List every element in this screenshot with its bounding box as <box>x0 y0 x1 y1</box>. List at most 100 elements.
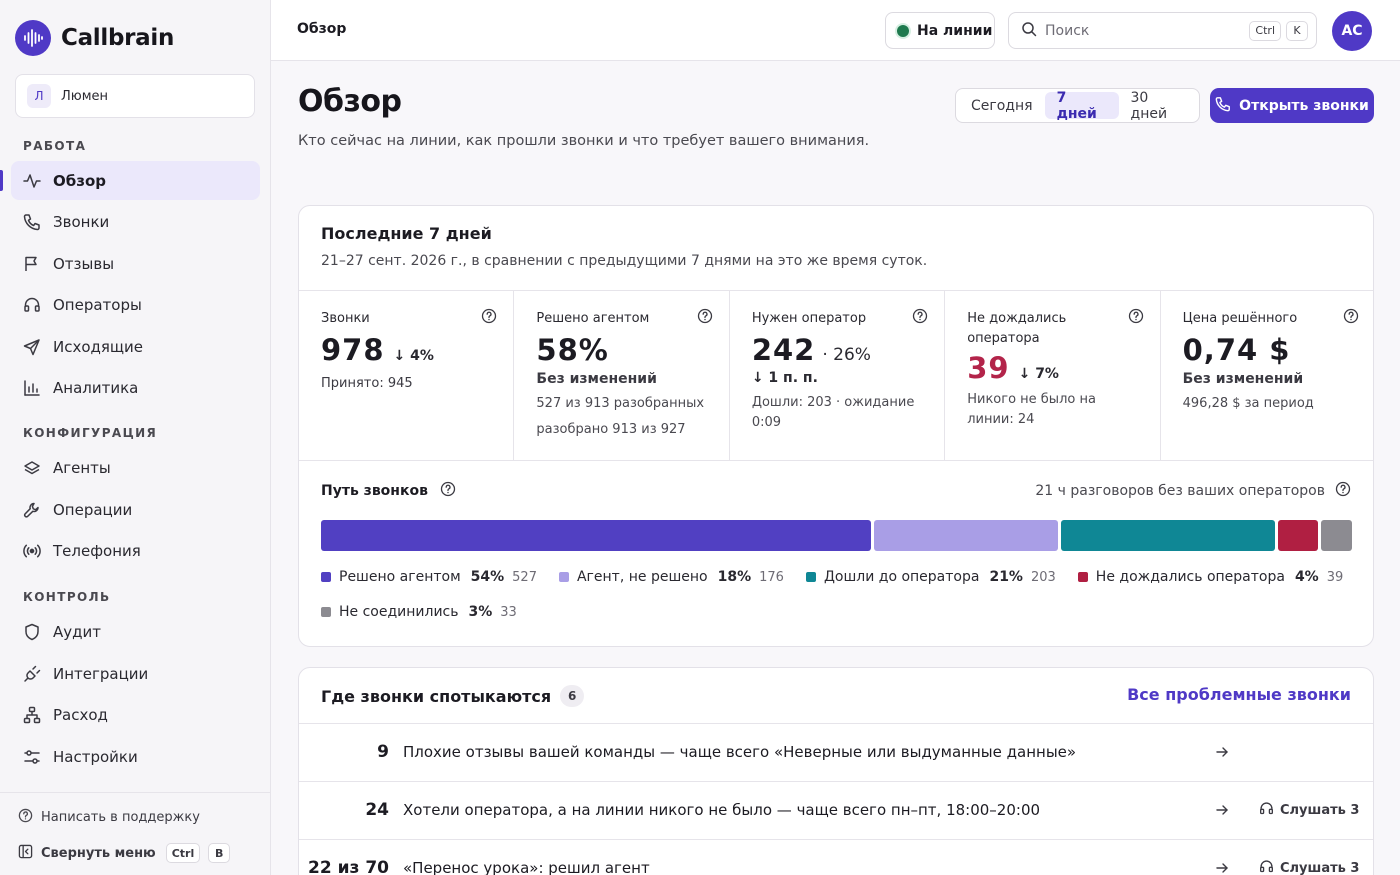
sidebar-item-label: Агенты <box>53 458 111 477</box>
metric-cost-per-resolved: Цена решённого 0,74 $ Без изменений 496,… <box>1161 291 1373 460</box>
legend-item: Не соединились 3% 33 <box>321 601 517 623</box>
sidebar-item-operations[interactable]: Операции <box>11 490 260 529</box>
period-30-days[interactable]: 30 дней <box>1119 90 1196 122</box>
issue-row[interactable]: 9 Плохие отзывы вашей команды — чаще все… <box>299 723 1373 781</box>
org-switcher[interactable]: Л Люмен <box>15 74 255 118</box>
search-icon <box>1021 21 1037 41</box>
sidebar-item-label: Операторы <box>53 295 142 314</box>
sidebar-item-settings[interactable]: Настройки <box>11 737 260 776</box>
legend-item: Не дождались оператора 4% 39 <box>1077 566 1343 588</box>
sidebar-item-overview[interactable]: Обзор <box>11 161 260 200</box>
legend-label: Не соединились <box>339 604 459 620</box>
issue-row[interactable]: 22 из 70 «Перенос урока»: решил агент Сл… <box>299 839 1373 875</box>
metric-sub: Дошли: 203 · ожидание 0:09 <box>751 395 915 430</box>
legend-label: Агент, не решено <box>576 569 708 585</box>
legend-swatch <box>321 572 331 582</box>
metric-value: 978 <box>321 333 385 367</box>
collapse-menu-button[interactable]: Свернуть меню Ctrl B <box>18 843 231 863</box>
call-path-segment[interactable] <box>874 520 1058 551</box>
sidebar-item-usage[interactable]: Расход <box>11 695 260 734</box>
metric-sub: Принято: 945 <box>321 376 413 391</box>
legend-label: Не дождались оператора <box>1095 569 1285 585</box>
call-path-segment[interactable] <box>1060 520 1275 551</box>
metric-change: Без изменений <box>536 371 657 387</box>
legend-swatch <box>558 572 569 582</box>
legend-percent: 18% <box>717 569 752 585</box>
open-calls-button[interactable]: Открыть звонки <box>1210 88 1374 123</box>
support-link[interactable]: Написать в поддержку <box>18 808 200 827</box>
legend-swatch <box>321 607 331 617</box>
legend-item: Решено агентом 54% 527 <box>321 566 537 588</box>
sliders-icon <box>23 748 41 766</box>
call-path-segment[interactable] <box>1277 520 1319 551</box>
sidebar-item-label: Аналитика <box>53 378 139 397</box>
metric-label: Не дождались оператора <box>967 311 1067 346</box>
issue-text: Плохие отзывы вашей команды — чаще всего… <box>403 743 1077 761</box>
legend-count: 33 <box>500 604 517 620</box>
metric-label: Нужен оператор <box>751 311 867 326</box>
kbd-ctrl: Ctrl <box>165 843 201 863</box>
status-dot <box>897 24 909 37</box>
bar-chart-icon <box>23 379 41 397</box>
search-input[interactable]: Поиск Ctrl K <box>1008 12 1317 49</box>
sidebar-item-label: Телефония <box>53 541 141 560</box>
sidebar-item-integrations[interactable]: Интеграции <box>11 654 260 693</box>
summary-card: Последние 7 дней 21–27 сент. 2026 г., в … <box>298 205 1374 647</box>
issue-text: «Перенос урока»: решил агент <box>403 859 650 875</box>
call-path-segment[interactable] <box>321 520 872 551</box>
hierarchy-icon <box>23 706 41 724</box>
headphones-icon <box>1259 859 1274 875</box>
help-circle-icon[interactable] <box>697 308 713 328</box>
plug-icon <box>23 665 41 683</box>
help-circle-icon[interactable] <box>440 481 456 501</box>
period-today[interactable]: Сегодня <box>959 92 1045 119</box>
metric-value: 0,74 $ <box>1182 333 1291 367</box>
legend-count: 203 <box>1030 569 1056 585</box>
wrench-icon <box>23 501 41 519</box>
sidebar-item-agents[interactable]: Агенты <box>11 448 260 487</box>
online-status-toggle[interactable]: На линии <box>885 12 995 49</box>
help-circle-icon[interactable] <box>1343 308 1359 328</box>
listen-button[interactable]: Слушать 3 <box>1259 859 1359 875</box>
metric-detail-line: разобрано 913 из 927 <box>536 422 686 437</box>
sidebar-item-operators[interactable]: Операторы <box>11 285 260 324</box>
help-circle-icon[interactable] <box>912 308 928 328</box>
metric-abandoned: Не дождались оператора 39 ↓ 7% Никого не… <box>945 291 1161 460</box>
arrow-right-icon[interactable] <box>1214 744 1230 764</box>
help-circle-icon[interactable] <box>1128 308 1144 328</box>
arrow-right-icon[interactable] <box>1214 860 1230 875</box>
soundwave-logo-icon <box>15 20 51 56</box>
help-circle-icon[interactable] <box>481 308 497 328</box>
issues-count-badge: 6 <box>560 685 585 707</box>
phone-icon <box>1215 96 1231 116</box>
sidebar-item-calls[interactable]: Звонки <box>11 202 260 241</box>
call-path-note: 21 ч разговоров без ваших операторов <box>1035 481 1351 501</box>
sidebar-item-outbound[interactable]: Исходящие <box>11 327 260 366</box>
summary-subtitle: 21–27 сент. 2026 г., в сравнении с преды… <box>321 253 928 269</box>
arrow-right-icon[interactable] <box>1214 802 1230 822</box>
topbar: Обзор На линии Поиск Ctrl K АС <box>271 0 1400 61</box>
all-problem-calls-link[interactable]: Все проблемные звонки <box>1127 685 1351 704</box>
issue-count: 22 из 70 <box>308 858 389 875</box>
sidebar-footer: Написать в поддержку Свернуть меню Ctrl … <box>0 792 270 875</box>
metrics-row: Звонки 978 ↓ 4% Принято: 945 Решено аген… <box>299 290 1373 461</box>
call-path-bar <box>321 520 1352 551</box>
brand[interactable]: Callbrain <box>15 20 174 56</box>
user-avatar[interactable]: АС <box>1332 11 1372 51</box>
call-path-segment[interactable] <box>1321 520 1352 551</box>
status-label: На линии <box>917 22 993 39</box>
sidebar-item-analytics[interactable]: Аналитика <box>11 368 260 407</box>
sidebar-item-audit[interactable]: Аудит <box>11 612 260 651</box>
help-circle-icon[interactable] <box>1335 481 1351 501</box>
metric-label: Решено агентом <box>536 311 650 326</box>
call-path-legend: Решено агентом 54% 527 Агент, не решено 18% 1… <box>321 566 1352 623</box>
sidebar-item-telephony[interactable]: Телефония <box>11 531 260 570</box>
sidebar-item-label: Интеграции <box>53 664 149 683</box>
metric-resolved-by-agent: Решено агентом 58% Без изменений 527 из … <box>514 291 730 460</box>
issue-row[interactable]: 24 Хотели оператора, а на линии никого н… <box>299 781 1373 839</box>
period-7-days[interactable]: 7 дней <box>1044 90 1119 122</box>
listen-button[interactable]: Слушать 3 <box>1259 801 1359 820</box>
sidebar-item-reviews[interactable]: Отзывы <box>11 244 260 283</box>
arrow-down-icon: ↓ <box>751 370 764 386</box>
period-selector: Сегодня 7 дней 30 дней <box>955 88 1200 123</box>
